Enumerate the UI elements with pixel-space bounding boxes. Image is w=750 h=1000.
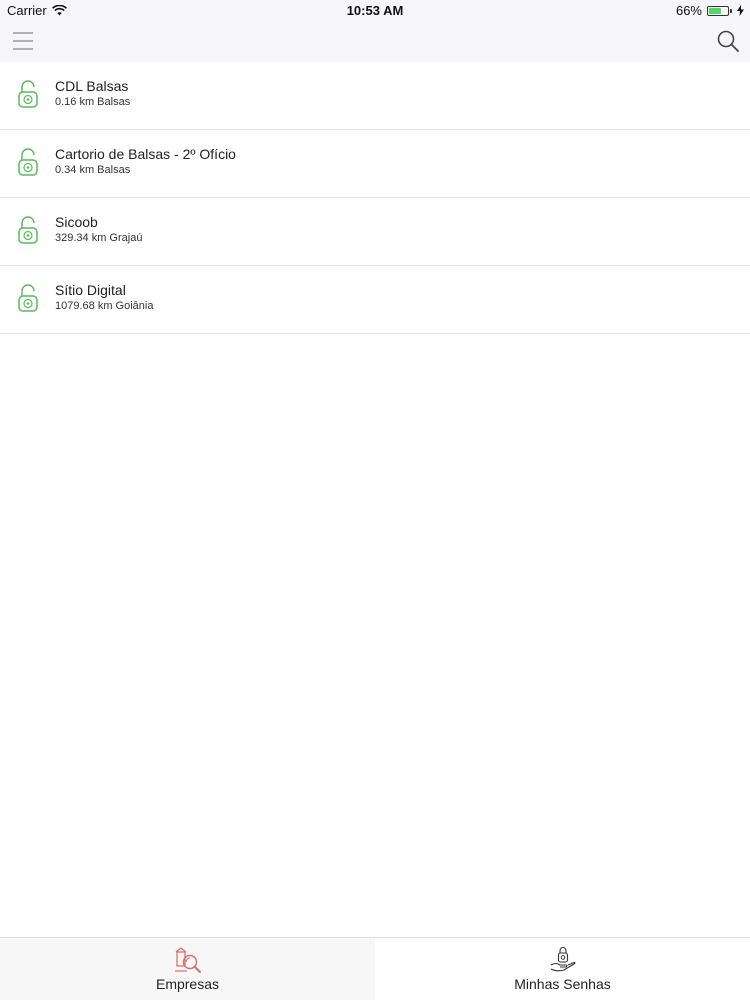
list-item[interactable]: Sicoob 329.34 km Grajaú [0,198,750,266]
tab-empresas[interactable]: Empresas [0,938,375,1000]
company-list: CDL Balsas 0.16 km Balsas Cartorio de Ba… [0,62,750,334]
tab-label: Empresas [155,976,220,992]
status-time: 10:53 AM [346,3,404,18]
search-icon[interactable] [716,29,740,53]
hand-padlock-icon [550,947,576,972]
list-item-subtitle: 0.34 km Balsas [55,164,131,176]
tab-label: Minhas Senhas [514,976,611,992]
tab-bar: Empresas Minhas Senhas [0,937,750,1000]
status-bar: Carrier 10:53 AM 66% [0,0,750,22]
battery-icon [707,5,729,16]
hamburger-menu-icon[interactable] [12,30,34,52]
unlocked-padlock-icon [18,284,38,312]
list-item[interactable]: Cartorio de Balsas - 2º Ofício 0.34 km B… [0,130,750,198]
unlocked-padlock-icon [18,216,38,244]
company-search-icon [174,947,201,973]
unlocked-padlock-icon [18,148,38,176]
list-item-subtitle: 329.34 km Grajaú [55,232,143,244]
tab-minhas-senhas[interactable]: Minhas Senhas [375,938,750,1000]
list-item-subtitle: 1079.68 km Goiânia [55,300,154,312]
list-item-title: Cartorio de Balsas - 2º Ofício [55,146,236,162]
list-item-subtitle: 0.16 km Balsas [55,96,131,108]
battery-tip [730,8,732,13]
navigation-bar [0,22,750,62]
list-item[interactable]: CDL Balsas 0.16 km Balsas [0,62,750,130]
battery-percent: 66% [675,3,702,18]
list-item[interactable]: Sítio Digital 1079.68 km Goiânia [0,266,750,334]
status-right: 66% [676,3,744,18]
charging-bolt-icon [737,5,744,16]
list-item-title: Sítio Digital [55,282,126,298]
battery-fill [709,7,721,14]
list-item-title: CDL Balsas [55,78,129,94]
list-item-title: Sicoob [55,214,98,230]
unlocked-padlock-icon [18,80,38,108]
